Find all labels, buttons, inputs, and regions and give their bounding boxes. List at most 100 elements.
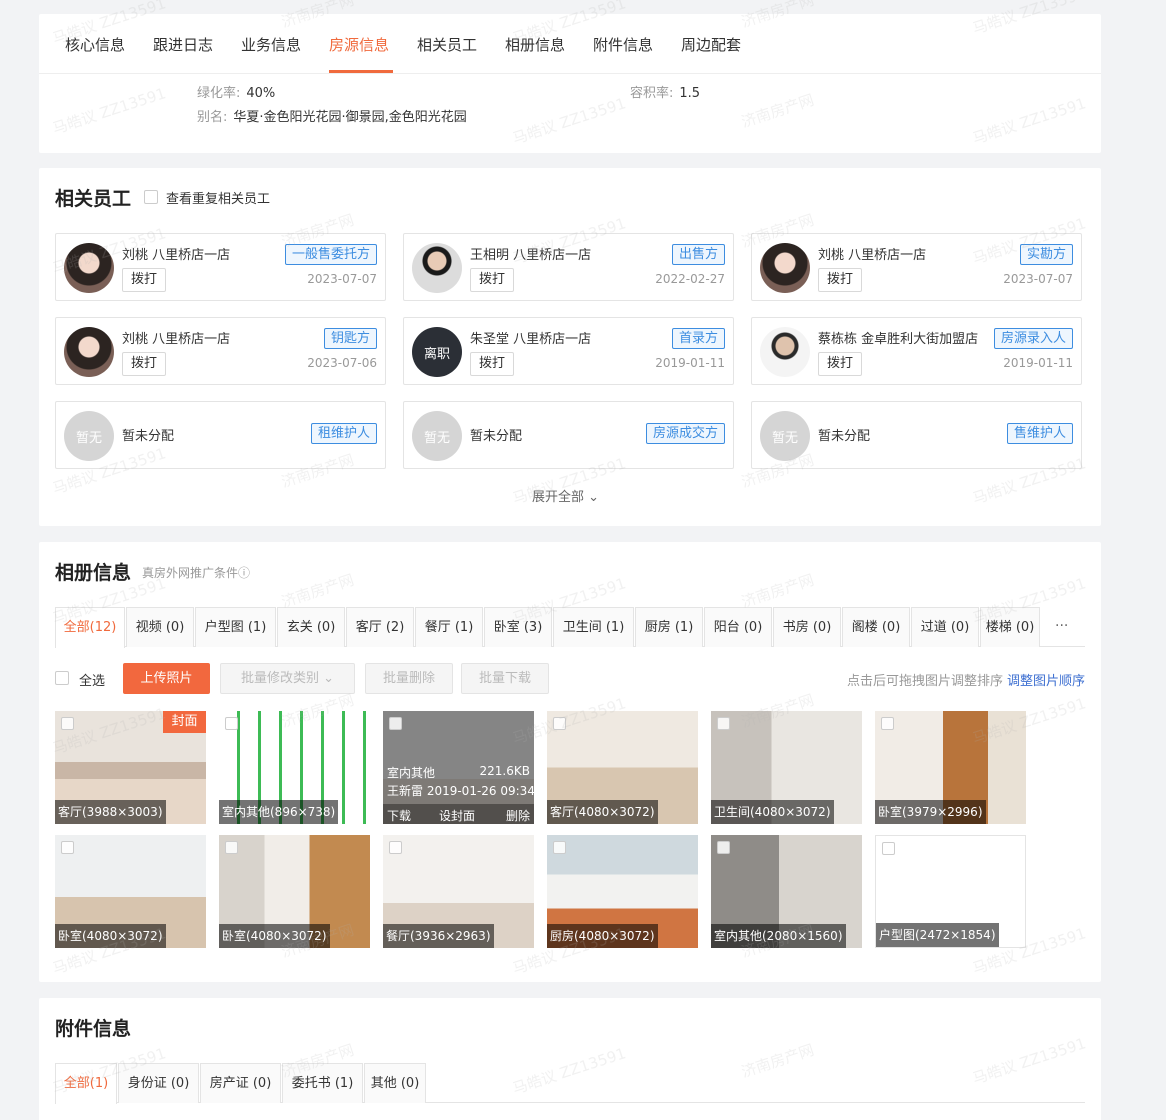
staff-card: 暂无 暂未分配 房源成交方 bbox=[403, 401, 734, 469]
tab-business-info[interactable]: 业务信息 bbox=[241, 34, 301, 55]
staff-date: 2023-07-07 bbox=[307, 272, 377, 286]
batch-delete-button[interactable]: 批量删除 bbox=[365, 663, 453, 694]
photo-thumbnail[interactable]: 室内其他(896×738) bbox=[219, 711, 370, 824]
photo-tab[interactable]: 客厅 (2) bbox=[346, 607, 414, 647]
dup-staff-label[interactable]: 查看重复相关员工 bbox=[166, 188, 270, 207]
photo-tab[interactable]: 书房 (0) bbox=[773, 607, 841, 647]
photo-thumbnail[interactable]: 卫生间(4080×3072) bbox=[711, 711, 862, 824]
photo-tab[interactable]: 全部(12) bbox=[55, 607, 125, 648]
photo-thumbnail[interactable]: 卧室(4080×3072) bbox=[55, 835, 206, 948]
attachment-tab[interactable]: 委托书 (1) bbox=[282, 1063, 363, 1103]
photo-tab[interactable]: 过道 (0) bbox=[911, 607, 979, 647]
staff-card: 暂无 暂未分配 租维护人 bbox=[55, 401, 386, 469]
photo-checkbox[interactable] bbox=[225, 717, 238, 730]
photo-checkbox[interactable] bbox=[61, 717, 74, 730]
chevron-down-icon: ⌄ bbox=[323, 671, 335, 686]
photo-checkbox[interactable] bbox=[61, 841, 74, 854]
attachment-tab[interactable]: 其他 (0) bbox=[364, 1063, 426, 1103]
empty-avatar: 暂无 bbox=[412, 411, 462, 461]
tab-follow-log[interactable]: 跟进日志 bbox=[153, 34, 213, 55]
batch-change-type-button[interactable]: 批量修改类别 ⌄ bbox=[220, 663, 355, 694]
staff-date: 2023-07-06 bbox=[307, 356, 377, 370]
attachment-card: 附件信息 全部(1) 身份证 (0) 房产证 (0) 委托书 (1) 其他 (0) bbox=[39, 998, 1101, 1120]
call-button[interactable]: 拨打 bbox=[818, 268, 862, 292]
photo-tab[interactable]: 阳台 (0) bbox=[704, 607, 772, 647]
photo-thumbnail[interactable]: 室内其他(2080×1560) bbox=[711, 835, 862, 948]
cover-badge: 封面 bbox=[163, 711, 206, 733]
staff-name: 刘桃 八里桥店一店 bbox=[818, 248, 927, 263]
photo-checkbox[interactable] bbox=[389, 717, 402, 730]
batch-download-button[interactable]: 批量下载 bbox=[461, 663, 549, 694]
upload-photo-button[interactable]: 上传照片 bbox=[123, 663, 210, 694]
photo-thumbnail[interactable]: 客厅(4080×3072) bbox=[547, 711, 698, 824]
tab-attachment-info[interactable]: 附件信息 bbox=[593, 34, 653, 55]
photo-tab[interactable]: 厨房 (1) bbox=[635, 607, 703, 647]
promo-condition-link[interactable]: 真房外网推广条件ⓘ bbox=[142, 564, 250, 581]
call-button[interactable]: 拨打 bbox=[818, 352, 862, 376]
photo-tab[interactable]: 阁楼 (0) bbox=[842, 607, 910, 647]
download-link[interactable]: 下载 bbox=[387, 807, 411, 824]
staff-card: 暂无 暂未分配 售维护人 bbox=[751, 401, 1082, 469]
tab-surroundings[interactable]: 周边配套 bbox=[681, 34, 741, 55]
photo-tab[interactable]: 视频 (0) bbox=[126, 607, 194, 647]
photo-checkbox[interactable] bbox=[389, 841, 402, 854]
photo-uploader: 王新雷 2019-01-26 09:34 bbox=[387, 784, 534, 798]
call-button[interactable]: 拨打 bbox=[122, 268, 166, 292]
photo-label: 室内其他(896×738) bbox=[219, 800, 339, 824]
photo-thumbnail[interactable]: 室内其他 221.6KB 王新雷 2019-01-26 09:34 下载 设封面 删除 bbox=[383, 711, 534, 824]
photo-checkbox[interactable] bbox=[553, 717, 566, 730]
call-button[interactable]: 拨打 bbox=[470, 352, 514, 376]
call-button[interactable]: 拨打 bbox=[122, 352, 166, 376]
photo-tab[interactable]: 卧室 (3) bbox=[484, 607, 552, 647]
active-tab-indicator bbox=[329, 70, 393, 73]
staff-role-badge: 房源录入人 bbox=[993, 328, 1073, 349]
staff-card: 刘桃 八里桥店一店 拨打 一般售委托方 2023-07-07 bbox=[55, 233, 386, 301]
photo-checkbox[interactable] bbox=[553, 841, 566, 854]
photo-checkbox[interactable] bbox=[717, 717, 730, 730]
staff-card: 离职 朱圣堂 八里桥店一店 拨打 首录方 2019-01-11 bbox=[403, 317, 734, 385]
photo-tab[interactable]: 卫生间 (1) bbox=[553, 607, 634, 647]
green-rate: 绿化率: 40% bbox=[197, 86, 276, 101]
photo-size: 221.6KB bbox=[479, 764, 530, 778]
photo-thumbnail[interactable]: 户型图(2472×1854) bbox=[875, 835, 1026, 948]
photo-thumbnail[interactable]: 厨房(4080×3072) bbox=[547, 835, 698, 948]
delete-link[interactable]: 删除 bbox=[506, 807, 530, 824]
tab-related-staff[interactable]: 相关员工 bbox=[417, 34, 477, 55]
photo-label: 卧室(3979×2996) bbox=[875, 800, 986, 824]
avatar bbox=[760, 243, 810, 293]
staff-name: 刘桃 八里桥店一店 bbox=[122, 248, 231, 263]
photo-tab[interactable]: 楼梯 (0) bbox=[980, 607, 1040, 647]
photo-checkbox[interactable] bbox=[882, 842, 895, 855]
dup-staff-checkbox[interactable] bbox=[144, 190, 158, 204]
set-cover-link[interactable]: 设封面 bbox=[439, 807, 475, 824]
photo-checkbox[interactable] bbox=[717, 841, 730, 854]
tab-album-info[interactable]: 相册信息 bbox=[505, 34, 565, 55]
attachment-tabs: 全部(1) 身份证 (0) 房产证 (0) 委托书 (1) 其他 (0) bbox=[55, 1063, 1085, 1104]
attachment-tab[interactable]: 房产证 (0) bbox=[200, 1063, 281, 1103]
photo-tab[interactable]: 户型图 (1) bbox=[195, 607, 276, 647]
photo-tab[interactable]: 餐厅 (1) bbox=[415, 607, 483, 647]
call-button[interactable]: 拨打 bbox=[470, 268, 514, 292]
chevron-down-icon: ⌄ bbox=[588, 490, 600, 505]
expand-all-link[interactable]: 展开全部 ⌄ bbox=[532, 486, 599, 505]
attachment-tab[interactable]: 全部(1) bbox=[55, 1063, 117, 1104]
tab-property-info[interactable]: 房源信息 bbox=[329, 34, 389, 55]
photo-thumbnail[interactable]: 餐厅(3936×2963) bbox=[383, 835, 534, 948]
tab-core-info[interactable]: 核心信息 bbox=[65, 34, 125, 55]
adjust-order-link[interactable]: 调整图片顺序 bbox=[1007, 674, 1085, 689]
more-tabs-icon[interactable]: ··· bbox=[1055, 618, 1068, 634]
select-all-checkbox[interactable] bbox=[55, 671, 69, 685]
plot-ratio: 容积率: 1.5 bbox=[630, 86, 701, 101]
photo-tab[interactable]: 玄关 (0) bbox=[277, 607, 345, 647]
photo-checkbox[interactable] bbox=[225, 841, 238, 854]
staff-date: 2019-01-11 bbox=[1003, 356, 1073, 370]
related-staff-card: 相关员工 查看重复相关员工 刘桃 八里桥店一店 拨打 一般售委托方 2023-07-0… bbox=[39, 168, 1101, 526]
photo-label: 卫生间(4080×3072) bbox=[711, 800, 834, 824]
select-all-label[interactable]: 全选 bbox=[79, 670, 105, 689]
staff-name: 刘桃 八里桥店一店 bbox=[122, 332, 231, 347]
photo-checkbox[interactable] bbox=[881, 717, 894, 730]
photo-thumbnail[interactable]: 卧室(4080×3072) bbox=[219, 835, 370, 948]
photo-thumbnail[interactable]: 卧室(3979×2996) bbox=[875, 711, 1026, 824]
attachment-tab[interactable]: 身份证 (0) bbox=[118, 1063, 199, 1103]
photo-thumbnail[interactable]: 封面 客厅(3988×3003) bbox=[55, 711, 206, 824]
